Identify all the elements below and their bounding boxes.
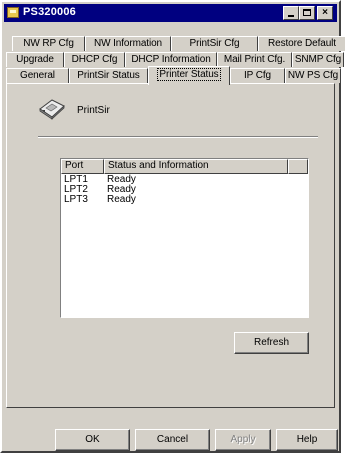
printer-status-panel: PrintSir Port Status and Information LPT… — [6, 83, 335, 408]
apply-button[interactable]: Apply — [215, 429, 271, 451]
app-icon — [7, 7, 19, 18]
tab-dhcp-cfg[interactable]: DHCP Cfg — [64, 52, 125, 67]
tab-nw-information[interactable]: NW Information — [85, 36, 171, 51]
tab-printer-status[interactable]: Printer Status — [148, 66, 230, 85]
title-bar[interactable]: PS320006 × — [4, 4, 337, 22]
status-cell: Ready — [107, 194, 136, 205]
printer-device-icon — [39, 99, 65, 120]
minimize-icon — [288, 15, 294, 17]
maximize-button[interactable] — [299, 6, 315, 20]
port-status-list[interactable]: Port Status and Information LPT1 Ready L… — [60, 158, 309, 318]
close-icon: × — [322, 7, 328, 18]
list-rows: LPT1 Ready LPT2 Ready LPT3 Ready — [61, 175, 308, 205]
tab-upgrade[interactable]: Upgrade — [6, 52, 64, 67]
tab-ip-cfg[interactable]: IP Cfg — [230, 68, 285, 83]
tab-mail-print-cfg[interactable]: Mail Print Cfg. — [217, 52, 292, 67]
tab-general[interactable]: General — [6, 68, 69, 83]
window-title: PS320006 — [23, 6, 76, 18]
column-header-port[interactable]: Port — [61, 159, 104, 174]
tab-restore-default[interactable]: Restore Default — [258, 36, 345, 51]
tab-printer-status-label: Printer Status — [157, 68, 221, 81]
maximize-icon — [303, 9, 311, 16]
tab-printsir-cfg[interactable]: PrintSir Cfg — [171, 36, 258, 51]
port-cell: LPT3 — [64, 194, 88, 205]
list-item[interactable]: LPT3 Ready — [61, 195, 308, 205]
list-item[interactable]: LPT2 Ready — [61, 185, 308, 195]
tab-printsir-status[interactable]: PrintSir Status — [69, 68, 148, 83]
column-header-blank[interactable] — [288, 159, 308, 174]
cancel-button[interactable]: Cancel — [135, 429, 210, 451]
list-header: Port Status and Information — [61, 159, 308, 174]
close-button[interactable]: × — [317, 6, 333, 20]
minimize-button[interactable] — [283, 6, 299, 20]
refresh-button[interactable]: Refresh — [234, 332, 309, 354]
help-button[interactable]: Help — [276, 429, 338, 451]
ok-button[interactable]: OK — [55, 429, 130, 451]
tab-nw-ps-cfg[interactable]: NW PS Cfg — [285, 68, 341, 83]
column-header-status[interactable]: Status and Information — [104, 159, 288, 174]
device-label: PrintSir — [77, 105, 110, 116]
list-item[interactable]: LPT1 Ready — [61, 175, 308, 185]
separator-line — [38, 136, 318, 138]
tab-snmp-cfg[interactable]: SNMP Cfg — [292, 52, 344, 67]
tab-nw-rp-cfg[interactable]: NW RP Cfg — [12, 36, 85, 51]
tab-dhcp-information[interactable]: DHCP Information — [125, 52, 217, 67]
